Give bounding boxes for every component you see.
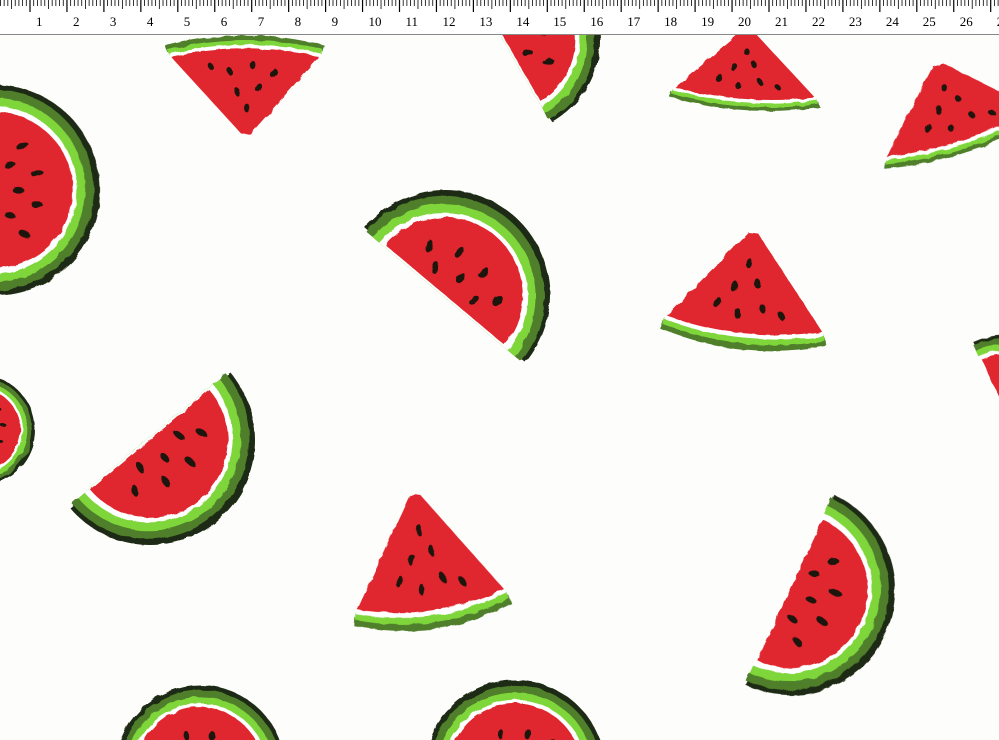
ruler-label: 5: [184, 14, 191, 29]
ruler-label: 25: [923, 14, 936, 29]
watermelon-slice: [0, 375, 44, 494]
watermelon-slice: [425, 680, 605, 740]
ruler-label: 11: [406, 14, 419, 29]
watermelon-pattern: [0, 35, 999, 740]
ruler-label: 23: [849, 14, 862, 29]
watermelon-slice: [363, 147, 593, 365]
watermelon-slice: [455, 35, 635, 124]
ruler-label: 12: [442, 14, 455, 29]
ruler-label: 21: [775, 14, 788, 29]
ruler-label: 14: [516, 14, 530, 29]
watermelon-slice: [743, 493, 930, 730]
watermelon-slice: [858, 38, 999, 179]
ruler-label: 3: [110, 14, 117, 29]
ruler-label: 19: [701, 14, 714, 29]
watermelon-slice: [115, 685, 285, 740]
ruler-label: 8: [295, 14, 302, 29]
watermelon-slice: [971, 310, 999, 479]
ruler-label: 2: [73, 14, 80, 29]
ruler-label: 10: [369, 14, 382, 29]
ruler-label: 17: [627, 14, 641, 29]
watermelon-slice: [658, 224, 838, 359]
ruler-label: 15: [553, 14, 566, 29]
watermelon-slice: [336, 483, 514, 640]
watermelon-fabric-print: [0, 35, 999, 740]
ruler-label: 16: [590, 14, 604, 29]
watermelon-slice: [0, 85, 100, 296]
ruler-label: 9: [332, 14, 339, 29]
ruler-label: 22: [812, 14, 825, 29]
ruler-label: 1: [36, 14, 43, 29]
ruler-label: 13: [479, 14, 492, 29]
ruler-label: 7: [258, 14, 265, 29]
ruler-label: 26: [960, 14, 974, 29]
ruler-label: 20: [738, 14, 751, 29]
ruler-label: 24: [886, 14, 900, 29]
watermelon-slice: [165, 35, 325, 134]
watermelon-slice: [68, 370, 298, 588]
ruler-label: 4: [147, 14, 154, 29]
measuring-ruler: 1 2 3 4 5 6 7 8 9 10 11 12 13 14 15 16 17 18 19 20 21 22 23 24 2…: [0, 0, 999, 35]
ruler-scale: 1 2 3 4 5 6 7 8 9 10 11 12 13 14 15 16 17 18 19 20 21 22 23 24 2…: [0, 0, 999, 29]
ruler-label: 6: [221, 14, 228, 29]
watermelon-slice: [668, 35, 825, 116]
ruler-label: 18: [664, 14, 677, 29]
